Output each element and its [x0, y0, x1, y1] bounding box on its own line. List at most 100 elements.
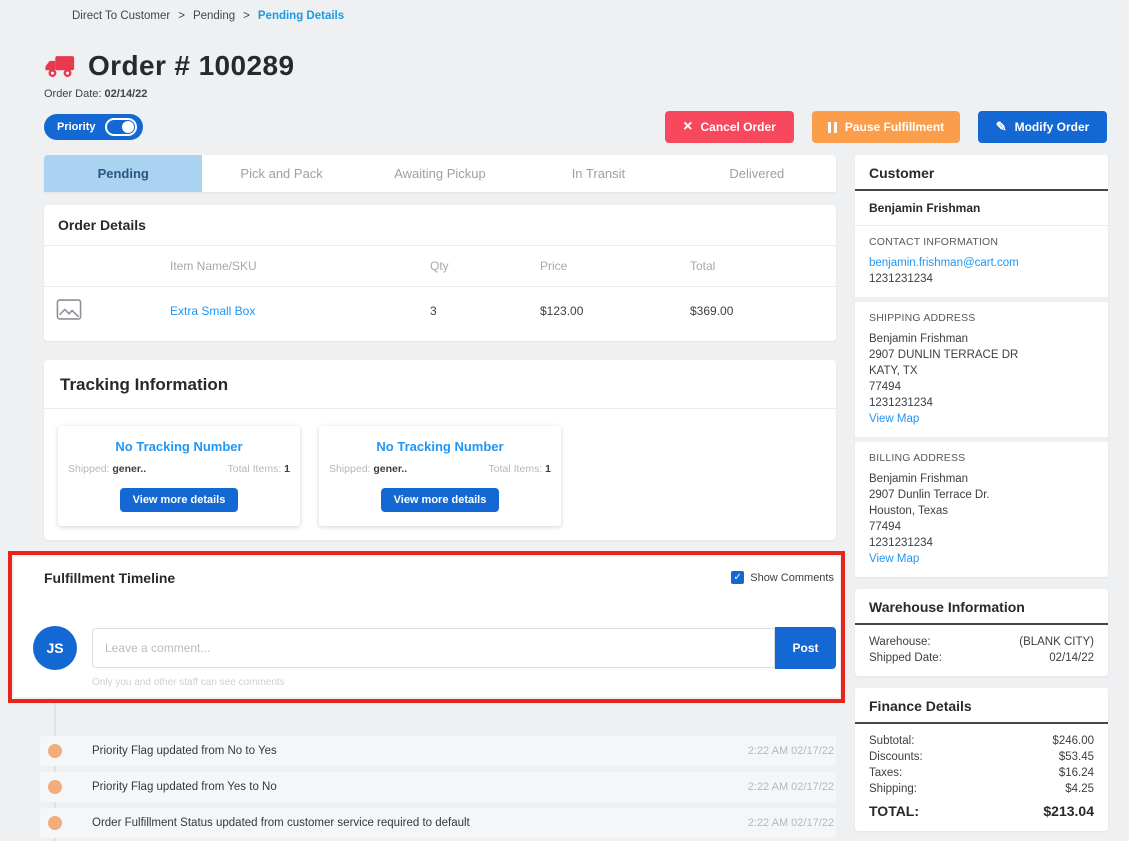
item-name-link[interactable]: Extra Small Box: [170, 304, 255, 318]
taxes-label: Taxes:: [869, 765, 902, 781]
shipping-address-line: 1231231234: [869, 395, 1094, 411]
shipped-info: Shipped: gener..: [68, 463, 146, 475]
billing-address-section: BILLING ADDRESS Benjamin Frishman 2907 D…: [855, 442, 1108, 577]
warehouse-information-card: Warehouse Information Warehouse: (BLANK …: [855, 589, 1108, 676]
warehouse-value: (BLANK CITY): [1019, 634, 1094, 650]
page-title: Order # 100289: [88, 50, 294, 82]
breadcrumb-separator: >: [178, 10, 185, 22]
cancel-order-label: Cancel Order: [700, 120, 775, 134]
taxes-value: $16.24: [1059, 765, 1094, 781]
shipped-info: Shipped: gener..: [329, 463, 407, 475]
item-qty: 3: [430, 304, 540, 318]
timeline-entry: Priority Flag updated from Yes to No 2:2…: [40, 772, 836, 802]
shipped-value: gener..: [112, 463, 146, 475]
billing-address-line: 1231231234: [869, 535, 1094, 551]
pause-fulfillment-label: Pause Fulfillment: [845, 120, 944, 134]
breadcrumb: Direct To Customer > Pending > Pending D…: [72, 10, 344, 22]
cancel-order-button[interactable]: × Cancel Order: [665, 111, 794, 143]
checkbox-checked-icon: ✓: [731, 571, 744, 584]
view-more-details-button[interactable]: View more details: [120, 488, 239, 512]
subtotal-label: Subtotal:: [869, 733, 914, 749]
modify-order-button[interactable]: ✎ Modify Order: [978, 111, 1107, 143]
fulfillment-timeline-title: Fulfillment Timeline: [44, 570, 175, 586]
shipping-view-map-link[interactable]: View Map: [869, 413, 919, 425]
post-comment-button[interactable]: Post: [775, 627, 836, 669]
priority-toggle-label: Priority: [57, 121, 96, 133]
subtotal-row: Subtotal: $246.00: [869, 733, 1094, 749]
column-total: Total: [690, 259, 836, 273]
total-row: TOTAL: $213.04: [869, 803, 1094, 821]
contact-information-heading: CONTACT INFORMATION: [869, 236, 1094, 248]
item-image-placeholder-icon: [56, 299, 82, 320]
total-items-value: 1: [284, 463, 290, 475]
total-items-info: Total Items: 1: [228, 463, 290, 475]
customer-email-link[interactable]: benjamin.frishman@cart.com: [869, 257, 1019, 269]
timeline-entry-text: Order Fulfillment Status updated from cu…: [92, 817, 470, 829]
shipping-value: $4.25: [1065, 781, 1094, 797]
billing-address-line: 77494: [869, 519, 1094, 535]
column-qty: Qty: [430, 259, 540, 273]
priority-toggle[interactable]: Priority: [44, 114, 143, 140]
view-more-details-button[interactable]: View more details: [381, 488, 500, 512]
timeline-dot-icon: [48, 780, 62, 794]
pause-icon: [828, 122, 837, 133]
billing-view-map-link[interactable]: View Map: [869, 553, 919, 565]
shipping-address-line: KATY, TX: [869, 363, 1094, 379]
status-tabs: Pending Pick and Pack Awaiting Pickup In…: [44, 155, 836, 192]
order-date-value: 02/14/22: [105, 88, 148, 100]
order-details-card: Order Details Item Name/SKU Qty Price To…: [44, 205, 836, 341]
fulfillment-timeline-card: Fulfillment Timeline ✓ Show Comments JS …: [14, 557, 840, 697]
shipped-value: gener..: [373, 463, 407, 475]
shipping-row: Shipping: $4.25: [869, 781, 1094, 797]
shipped-date-label: Shipped Date:: [869, 650, 942, 666]
contact-information-section: CONTACT INFORMATION benjamin.frishman@ca…: [855, 226, 1108, 297]
breadcrumb-item-pending[interactable]: Pending: [193, 10, 235, 22]
warehouse-row: Warehouse: (BLANK CITY): [869, 634, 1094, 650]
show-comments-checkbox[interactable]: ✓ Show Comments: [731, 571, 834, 584]
comment-input[interactable]: [92, 628, 775, 668]
tab-pending[interactable]: Pending: [44, 155, 202, 192]
timeline-entry-timestamp: 2:22 AM 02/17/22: [748, 745, 834, 757]
timeline-entry-text: Priority Flag updated from Yes to No: [92, 781, 277, 793]
item-total: $369.00: [690, 304, 836, 318]
user-avatar: JS: [33, 626, 77, 670]
tab-in-transit[interactable]: In Transit: [519, 155, 677, 192]
tab-awaiting-pickup[interactable]: Awaiting Pickup: [361, 155, 519, 192]
timeline-dot-icon: [48, 816, 62, 830]
shipping-address-section: SHIPPING ADDRESS Benjamin Frishman 2907 …: [855, 302, 1108, 437]
billing-address-line: 2907 Dunlin Terrace Dr.: [869, 487, 1094, 503]
discounts-label: Discounts:: [869, 749, 923, 765]
timeline-dot-icon: [48, 744, 62, 758]
item-price: $123.00: [540, 304, 690, 318]
total-items-info: Total Items: 1: [489, 463, 551, 475]
breadcrumb-item-direct-to-customer[interactable]: Direct To Customer: [72, 10, 170, 22]
tracking-card: No Tracking Number Shipped: gener.. Tota…: [319, 426, 561, 526]
order-items-table-header: Item Name/SKU Qty Price Total: [44, 246, 836, 287]
pause-fulfillment-button[interactable]: Pause Fulfillment: [812, 111, 960, 143]
breadcrumb-separator: >: [243, 10, 250, 22]
order-details-title: Order Details: [44, 205, 836, 246]
order-header: Order # 100289 Order Date: 02/14/22: [44, 50, 294, 100]
customer-name: Benjamin Frishman: [855, 191, 1108, 226]
billing-address-heading: BILLING ADDRESS: [869, 452, 1094, 464]
tracking-card-title: No Tracking Number: [68, 439, 290, 454]
shipping-address-line: 77494: [869, 379, 1094, 395]
discounts-row: Discounts: $53.45: [869, 749, 1094, 765]
total-value: $213.04: [1043, 803, 1094, 819]
truck-icon: [44, 54, 76, 79]
modify-order-label: Modify Order: [1015, 120, 1090, 134]
breadcrumb-item-pending-details[interactable]: Pending Details: [258, 10, 344, 22]
billing-address-line: Houston, Texas: [869, 503, 1094, 519]
shipped-date-row: Shipped Date: 02/14/22: [869, 650, 1094, 666]
warehouse-label: Warehouse:: [869, 634, 931, 650]
timeline-entry-timestamp: 2:22 AM 02/17/22: [748, 817, 834, 829]
show-comments-label: Show Comments: [750, 572, 834, 584]
tab-pick-and-pack[interactable]: Pick and Pack: [202, 155, 360, 192]
shipping-address-line: 2907 DUNLIN TERRACE DR: [869, 347, 1094, 363]
tab-delivered[interactable]: Delivered: [678, 155, 836, 192]
sidebar: Customer Benjamin Frishman CONTACT INFOR…: [855, 155, 1108, 831]
tracking-card-title: No Tracking Number: [329, 439, 551, 454]
shipping-address-line: Benjamin Frishman: [869, 331, 1094, 347]
comment-visibility-note: Only you and other staff can see comment…: [92, 677, 840, 688]
warehouse-information-title: Warehouse Information: [855, 589, 1108, 625]
